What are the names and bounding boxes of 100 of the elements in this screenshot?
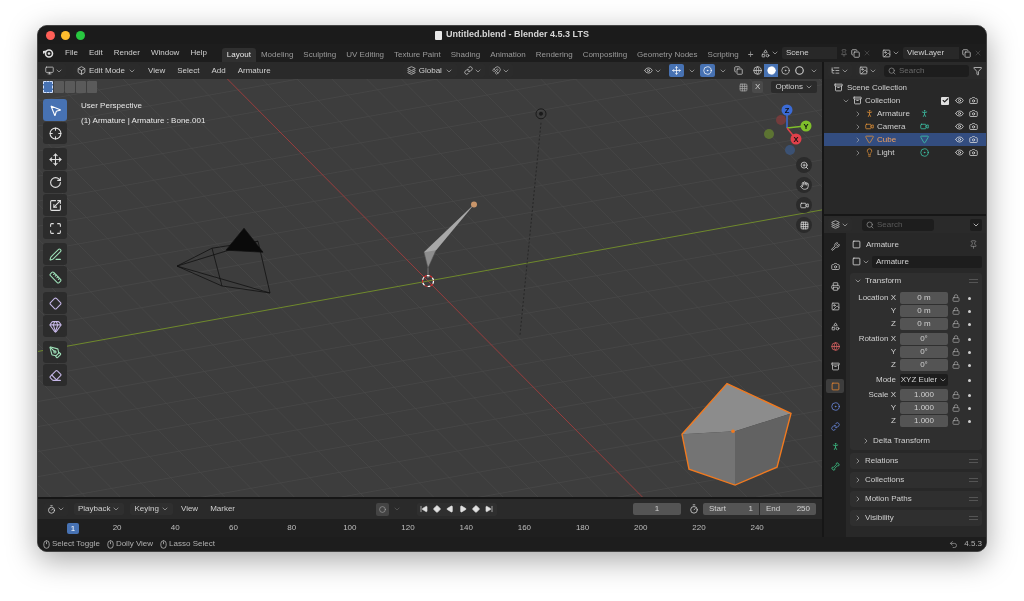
menu-item[interactable]: Edit <box>83 47 108 59</box>
shading-button[interactable] <box>778 64 792 77</box>
panel-header[interactable]: Relations <box>850 453 982 469</box>
view-layer-field[interactable]: ViewLayer <box>903 47 959 59</box>
video-camera-icon[interactable] <box>920 122 929 131</box>
lock-icon[interactable] <box>952 335 960 343</box>
tool-button[interactable] <box>43 171 67 193</box>
frame-number[interactable]: 60 <box>229 522 238 534</box>
workspace-tab[interactable]: Texture Paint <box>389 48 446 62</box>
panel-header[interactable]: Transform <box>850 273 982 289</box>
record-button[interactable] <box>375 502 389 516</box>
object-type-button[interactable] <box>852 257 870 266</box>
cube-drawing[interactable] <box>681 382 792 486</box>
end-frame-field[interactable]: End 250 <box>760 503 816 515</box>
number-field[interactable]: 0° <box>900 346 948 358</box>
eye-icon[interactable] <box>955 96 964 105</box>
view-layer-icon[interactable] <box>882 48 891 58</box>
menu-dropdown[interactable]: Playback <box>74 503 125 515</box>
lock-icon[interactable] <box>952 294 960 302</box>
eye-icon[interactable] <box>955 109 964 118</box>
object-name-field[interactable]: Armature <box>872 255 982 268</box>
number-field[interactable]: 1.000 <box>900 402 948 414</box>
zoom-window-button[interactable] <box>76 30 85 40</box>
workspace-tab[interactable]: Compositing <box>577 48 633 62</box>
number-field[interactable]: 0° <box>900 359 948 371</box>
drag-handle-icon[interactable] <box>969 279 978 283</box>
menu-item[interactable]: Help <box>185 47 212 59</box>
tool-button[interactable] <box>43 341 67 363</box>
playback-button[interactable] <box>431 502 443 516</box>
lock-icon[interactable] <box>952 391 960 399</box>
playback-button[interactable] <box>470 502 482 516</box>
filter-icon[interactable] <box>972 65 982 76</box>
workspace-tab[interactable]: Sculpting <box>298 48 342 62</box>
number-field[interactable]: 0 m <box>900 305 948 317</box>
menu-item[interactable]: Add <box>207 64 230 77</box>
scene-field[interactable]: Scene <box>782 47 837 59</box>
tool-button[interactable] <box>43 122 67 144</box>
lock-icon[interactable] <box>952 361 960 369</box>
menu-item[interactable]: View <box>144 64 170 77</box>
tool-button[interactable] <box>43 194 67 216</box>
tool-button[interactable] <box>43 243 67 265</box>
workspace-tab[interactable]: Rendering <box>530 48 578 62</box>
menu-item[interactable]: Armature <box>233 64 275 77</box>
camera-icon[interactable] <box>969 109 978 118</box>
outliner-item[interactable]: Scene Collection <box>847 81 908 94</box>
drag-handle-icon[interactable] <box>969 497 978 501</box>
add-workspace-button[interactable]: + <box>743 48 758 62</box>
exclude-checkbox[interactable] <box>941 96 949 105</box>
ring-icon[interactable] <box>920 148 929 157</box>
menu-item[interactable]: Marker <box>206 503 240 515</box>
menu-item[interactable]: Window <box>145 47 185 59</box>
workspace-tab[interactable]: Modeling <box>255 48 299 62</box>
panel-header[interactable]: Collections <box>850 472 982 488</box>
number-field[interactable]: 1.000 <box>900 389 948 401</box>
tool-button[interactable] <box>43 292 67 314</box>
outliner-item[interactable]: Collection <box>865 94 901 107</box>
frame-number[interactable]: 100 <box>343 522 357 534</box>
options-dropdown-button[interactable] <box>970 218 982 231</box>
tool-button[interactable] <box>43 217 67 239</box>
minimize-window-button[interactable] <box>61 30 70 40</box>
scene-icon[interactable] <box>761 48 770 58</box>
playback-button[interactable] <box>444 502 456 516</box>
frame-number[interactable]: 120 <box>401 522 415 534</box>
frame-number[interactable]: 80 <box>287 522 297 534</box>
blender-logo-icon[interactable] <box>42 48 54 58</box>
close-window-button[interactable] <box>46 30 55 40</box>
menu-item[interactable]: View <box>176 503 203 515</box>
outliner-row[interactable]: Light <box>824 146 986 159</box>
tool-button[interactable] <box>43 364 67 386</box>
mode-dropdown[interactable]: XYZ Euler <box>900 374 948 386</box>
bone-drawing[interactable] <box>423 201 477 279</box>
workspace-tab[interactable]: Layout <box>221 48 256 62</box>
menu-item[interactable]: Select <box>173 64 204 77</box>
number-field[interactable]: 1.000 <box>900 415 948 427</box>
camera-icon[interactable] <box>969 96 978 105</box>
tool-button[interactable] <box>43 266 67 288</box>
drag-handle-icon[interactable] <box>969 478 978 482</box>
camera-icon[interactable] <box>969 135 978 144</box>
outliner-row[interactable]: Camera <box>824 120 986 133</box>
gizmo-button[interactable] <box>669 64 684 77</box>
drag-handle-icon[interactable] <box>969 516 978 520</box>
shading-button[interactable] <box>792 64 806 77</box>
frame-number[interactable]: 20 <box>112 522 122 534</box>
stopwatch-icon[interactable] <box>689 504 699 514</box>
new-scene-icon[interactable] <box>851 48 860 58</box>
number-field[interactable]: 0 m <box>900 292 948 304</box>
frame-number[interactable]: 1 <box>66 522 80 534</box>
number-field[interactable]: 0° <box>900 333 948 345</box>
3d-cursor-icon[interactable] <box>421 274 435 288</box>
workspace-tab[interactable]: Geometry Nodes <box>632 48 703 62</box>
frame-number[interactable]: 240 <box>750 522 764 534</box>
shading-button[interactable] <box>764 64 778 77</box>
frame-number[interactable]: 220 <box>692 522 706 534</box>
eye-icon[interactable] <box>955 122 964 131</box>
outliner-row[interactable]: Cube <box>824 133 986 146</box>
lock-icon[interactable] <box>952 307 960 315</box>
workspace-tab[interactable]: Animation <box>485 48 531 62</box>
shading-button[interactable] <box>750 64 764 77</box>
workspace-tab[interactable]: Shading <box>445 48 486 62</box>
workspace-tab[interactable]: Scripting <box>702 48 744 62</box>
